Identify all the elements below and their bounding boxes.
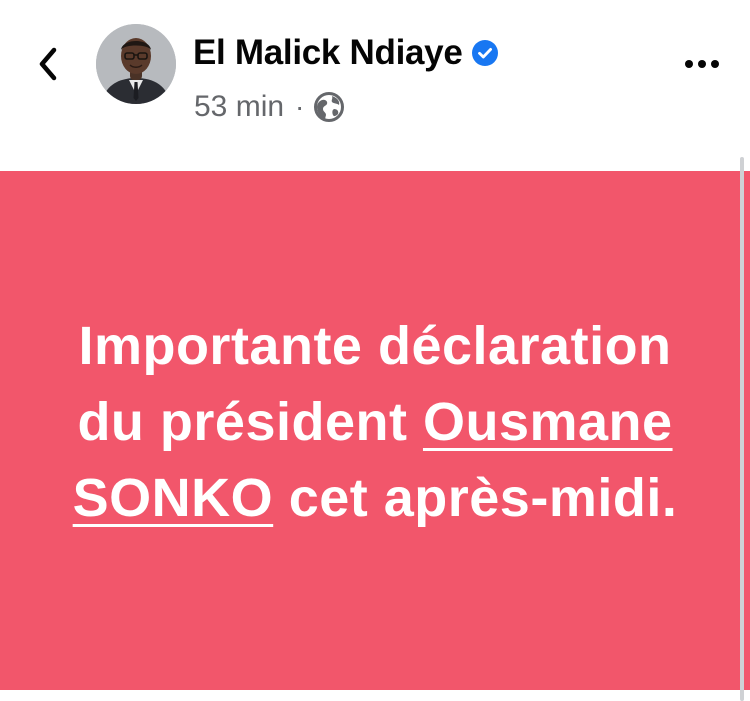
meta-separator: · <box>295 91 305 122</box>
verified-badge-icon <box>471 40 498 66</box>
author-name[interactable]: El Malick Ndiaye <box>193 33 463 73</box>
post-content-card: Importante déclaration du président Ousm… <box>0 171 750 690</box>
scrollbar[interactable] <box>740 157 744 701</box>
post-time[interactable]: 53 min <box>194 90 284 124</box>
post-meta: 53 min · <box>194 88 345 126</box>
post-text: Importante déclaration du président Ousm… <box>45 308 705 536</box>
more-options-button[interactable] <box>680 44 724 84</box>
chevron-left-icon <box>39 47 57 81</box>
globe-icon <box>313 91 345 123</box>
person-avatar-icon <box>96 24 176 104</box>
post-text-after: cet après-midi. <box>273 467 678 528</box>
avatar[interactable] <box>96 24 176 104</box>
back-button[interactable] <box>28 40 68 88</box>
more-horizontal-icon <box>685 60 719 68</box>
post-header: El Malick Ndiaye 53 min · <box>0 0 750 150</box>
author-row: El Malick Ndiaye <box>193 30 498 76</box>
